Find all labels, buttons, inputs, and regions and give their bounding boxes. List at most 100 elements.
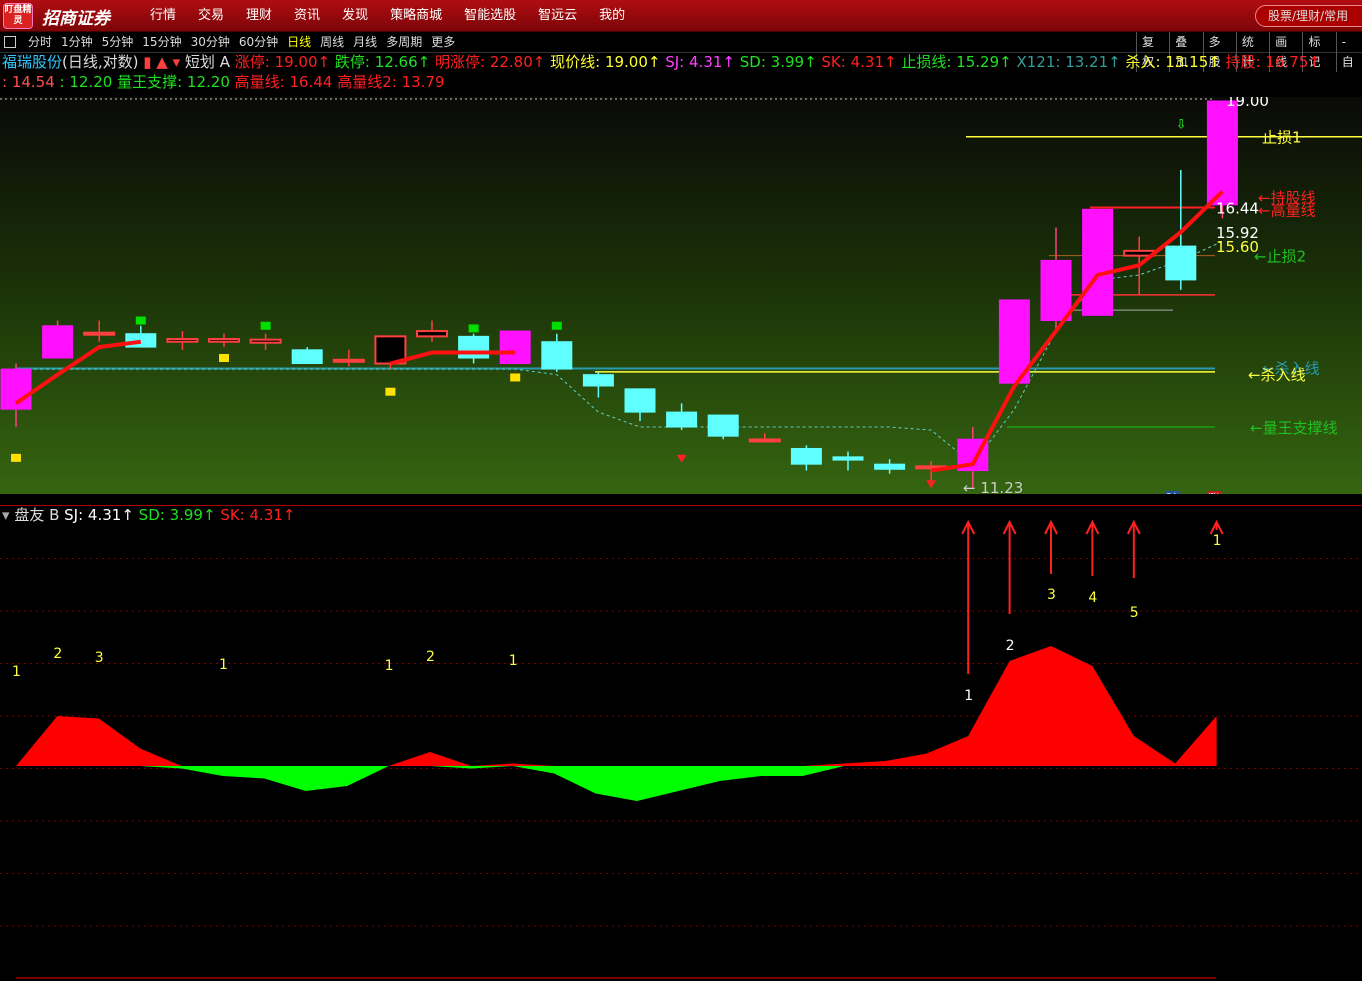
candle xyxy=(208,333,240,348)
period-tab-3[interactable]: 15分钟 xyxy=(142,32,181,52)
stock-name[interactable]: 福瑞股份 xyxy=(2,53,62,71)
info2-value-3: 16.44 xyxy=(284,73,338,91)
signal-marker xyxy=(11,453,21,462)
period-tab-8[interactable]: 月线 xyxy=(353,32,377,52)
candle xyxy=(541,333,573,372)
sequence-number: 1 xyxy=(509,653,518,669)
kline-chart[interactable]: ⇩ 19.00 16.44 15.92 15.60 ← 11.23 止损1 ←持股线 ←高量线 ←… xyxy=(0,97,1362,494)
info2-value-4: 13.79 xyxy=(396,73,445,91)
info2-label-3: 高量线: xyxy=(234,73,285,91)
indicator-positive-area xyxy=(16,646,1217,766)
price-label-high-volume: 16.44 xyxy=(1216,200,1259,218)
info1-arrow-2: ↑ xyxy=(532,53,551,71)
info1-value-8: 13.21 xyxy=(1060,53,1109,71)
period-tab-9[interactable]: 多周期 xyxy=(386,32,422,52)
badge-finance-text: 财 xyxy=(1166,491,1177,494)
info1-arrow-1: ↑ xyxy=(417,53,435,71)
period-tab-10[interactable]: 更多 xyxy=(431,32,455,52)
candle-body xyxy=(249,338,282,344)
brand-name: 招商证券 xyxy=(42,9,110,29)
candle-body xyxy=(458,335,490,359)
sequence-number: 3 xyxy=(1047,587,1056,603)
menu-item-7[interactable]: 智远云 xyxy=(538,0,577,32)
price-label-top: 19.00 xyxy=(1226,97,1269,110)
hold-line xyxy=(14,190,1224,473)
sequence-number: 2 xyxy=(53,646,62,662)
signal-marker xyxy=(135,316,146,325)
sequence-number: 2 xyxy=(426,649,435,665)
badge-limit-up-text: 涨 xyxy=(1208,492,1219,494)
menu-item-1[interactable]: 交易 xyxy=(198,0,224,32)
sub-indicator-name[interactable]: 盘友 xyxy=(14,506,44,524)
candle-body xyxy=(624,388,656,413)
info1-arrow-8: ↑ xyxy=(1108,53,1126,71)
signal-marker xyxy=(510,373,521,382)
candle xyxy=(790,445,822,471)
period-toolbar: 分时 1分钟 5分钟 15分钟 30分钟 60分钟 日线 周线 月线 多周期 更多 复权 叠加 多股 统计… xyxy=(0,32,1362,72)
candle-body xyxy=(1040,259,1072,322)
app-logo[interactable]: 盯盘精灵 xyxy=(3,3,33,29)
info1-label-3: 现价线: xyxy=(550,53,601,71)
info1-value-6: 4.31 xyxy=(845,53,884,71)
main-menu: 行情 交易 理财 资讯 发现 策略商城 智能选股 智远云 我的 xyxy=(150,0,647,32)
candle xyxy=(582,371,614,398)
annotation-stop-loss-2: ←止损2 xyxy=(1254,248,1306,266)
candle-body xyxy=(1206,100,1238,206)
candle xyxy=(748,433,781,443)
sequence-number: 1 xyxy=(1213,533,1222,549)
chart-mode: (日线,对数) xyxy=(62,53,139,71)
info1-label-9: 杀入: xyxy=(1125,53,1161,71)
sub-value-2: 4.31 xyxy=(244,506,283,524)
info1-arrow-6: ↑ xyxy=(884,53,902,71)
sub-label-0: SJ: xyxy=(64,506,84,524)
indicator-name[interactable]: 短划 xyxy=(185,53,215,71)
sequence-number: 1 xyxy=(385,658,394,674)
price-label-low: ← 11.23 xyxy=(963,479,1023,494)
candle xyxy=(915,461,948,484)
menu-item-0[interactable]: 行情 xyxy=(150,0,176,32)
period-tab-4[interactable]: 30分钟 xyxy=(191,32,230,52)
sub-indicator-flag: B xyxy=(44,506,65,524)
info1-label-8: X121: xyxy=(1016,53,1061,71)
candle xyxy=(874,459,906,474)
info1-arrow-0: ↑ xyxy=(317,53,335,71)
candle xyxy=(332,349,365,367)
sub-toggle-icon[interactable]: ▾ xyxy=(2,506,14,524)
period-tab-6[interactable]: 日线 xyxy=(287,32,311,52)
candle xyxy=(1082,208,1114,316)
indicator-negative-area xyxy=(16,766,1217,801)
menu-item-4[interactable]: 发现 xyxy=(342,0,368,32)
signal-marker xyxy=(219,354,229,363)
signal-marker xyxy=(260,321,271,330)
period-tab-5[interactable]: 60分钟 xyxy=(239,32,278,52)
sell-arrow-icon xyxy=(676,454,687,463)
indicator-icons[interactable]: ▮ ▲ ▾ xyxy=(139,53,185,71)
sub-arrow-0: ↑ xyxy=(121,506,139,524)
info1-value-0: 19.00 xyxy=(269,53,318,71)
sub-value-1: 3.99 xyxy=(164,506,203,524)
candle xyxy=(83,320,116,342)
menu-item-2[interactable]: 理财 xyxy=(246,0,272,32)
indicator-chart[interactable]: 1 2 3 1 1 2 1 1 2 3 4 5 1 xyxy=(0,506,1362,981)
period-tab-2[interactable]: 5分钟 xyxy=(102,32,134,52)
sub-arrow-1: ↑ xyxy=(202,506,221,524)
info1-label-1: 跌停: xyxy=(334,53,370,71)
info1-label-10: 持股: xyxy=(1225,53,1261,71)
panel-toggle-icon[interactable] xyxy=(4,36,16,48)
buy-arrow-icon: ⇩ xyxy=(1176,118,1187,133)
menu-item-8[interactable]: 我的 xyxy=(599,0,625,32)
info1-arrow-9: ↑ xyxy=(1208,53,1226,71)
sequence-number: 3 xyxy=(95,650,104,666)
period-tab-0[interactable]: 分时 xyxy=(28,32,52,52)
period-tab-7[interactable]: 周线 xyxy=(320,32,344,52)
period-tab-1[interactable]: 1分钟 xyxy=(61,32,93,52)
indicator-flag: A xyxy=(214,53,235,71)
top-bar: 盯盘精灵 招商证券 行情 交易 理财 资讯 发现 策略商城 智能选股 智远云 我的 股票/理财/… xyxy=(0,0,1362,32)
signal-marker xyxy=(468,324,479,333)
menu-item-6[interactable]: 智能选股 xyxy=(464,0,516,32)
search-input[interactable]: 股票/理财/常用 xyxy=(1255,5,1362,27)
menu-item-5[interactable]: 策略商城 xyxy=(390,0,442,32)
info2-value-2: 12.20 xyxy=(182,73,235,91)
tool-button-6[interactable]: -自 xyxy=(1335,32,1362,72)
menu-item-3[interactable]: 资讯 xyxy=(294,0,320,32)
